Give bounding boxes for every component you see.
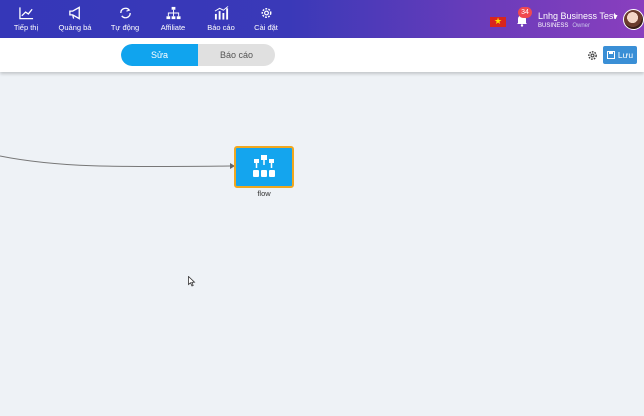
nav-item-bao-cao[interactable]: Báo cáo: [199, 6, 243, 36]
flow-canvas[interactable]: [0, 72, 644, 416]
nav-label: Affiliate: [160, 23, 186, 32]
nav-label: Báo cáo: [207, 23, 235, 32]
user-role: BUSINESS Owner: [538, 23, 590, 29]
refresh-icon: [119, 7, 131, 19]
settings-gear-icon[interactable]: [587, 50, 598, 61]
megaphone-icon: [68, 6, 80, 20]
mouse-cursor-icon: [188, 276, 196, 287]
top-navigation-bar: Tiếp thị Quảng bá Tự động Affiliate Báo …: [0, 0, 644, 38]
nav-label: Cài đặt: [254, 23, 278, 32]
editor-toolbar: Sửa Báo cáo: [0, 38, 644, 72]
node-label: flow: [257, 189, 271, 198]
nav-item-affiliate[interactable]: Affiliate: [151, 6, 195, 36]
gear-icon: [261, 8, 271, 18]
flow-icon: [253, 155, 275, 177]
nav-label: Quảng bá: [58, 23, 92, 32]
network-icon: [165, 6, 181, 20]
nav-label: Tiếp thị: [13, 23, 39, 32]
vietnam-flag-icon[interactable]: ★: [490, 16, 506, 27]
user-owner-role: Owner: [572, 23, 591, 29]
view-toggle: Sửa Báo cáo: [121, 44, 275, 66]
flow-node[interactable]: [234, 146, 294, 188]
connector-line: [0, 155, 231, 168]
save-button[interactable]: Lưu: [603, 46, 637, 64]
nav-item-tu-dong[interactable]: Tự động: [103, 6, 147, 36]
nav-item-quang-ba[interactable]: Quảng bá: [53, 6, 97, 36]
connector-layer: [0, 155, 235, 169]
chevron-down-icon[interactable]: ▼: [612, 14, 619, 21]
avatar[interactable]: [623, 9, 644, 30]
user-plan: BUSINESS: [538, 23, 569, 29]
bar-chart-icon: [214, 6, 228, 20]
floppy-disk-icon: [606, 51, 615, 59]
nav-item-cai-dat[interactable]: Cài đặt: [244, 6, 288, 36]
user-name[interactable]: Lnhg Business Test: [538, 11, 616, 21]
tab-report[interactable]: Báo cáo: [198, 44, 275, 66]
nav-label: Tự động: [110, 23, 140, 32]
nav-item-tiep-thi[interactable]: Tiếp thị: [4, 6, 48, 36]
notification-badge: 34: [518, 7, 532, 18]
tab-edit[interactable]: Sửa: [121, 44, 198, 66]
save-label: Lưu: [617, 50, 634, 60]
chart-line-icon: [18, 7, 33, 20]
